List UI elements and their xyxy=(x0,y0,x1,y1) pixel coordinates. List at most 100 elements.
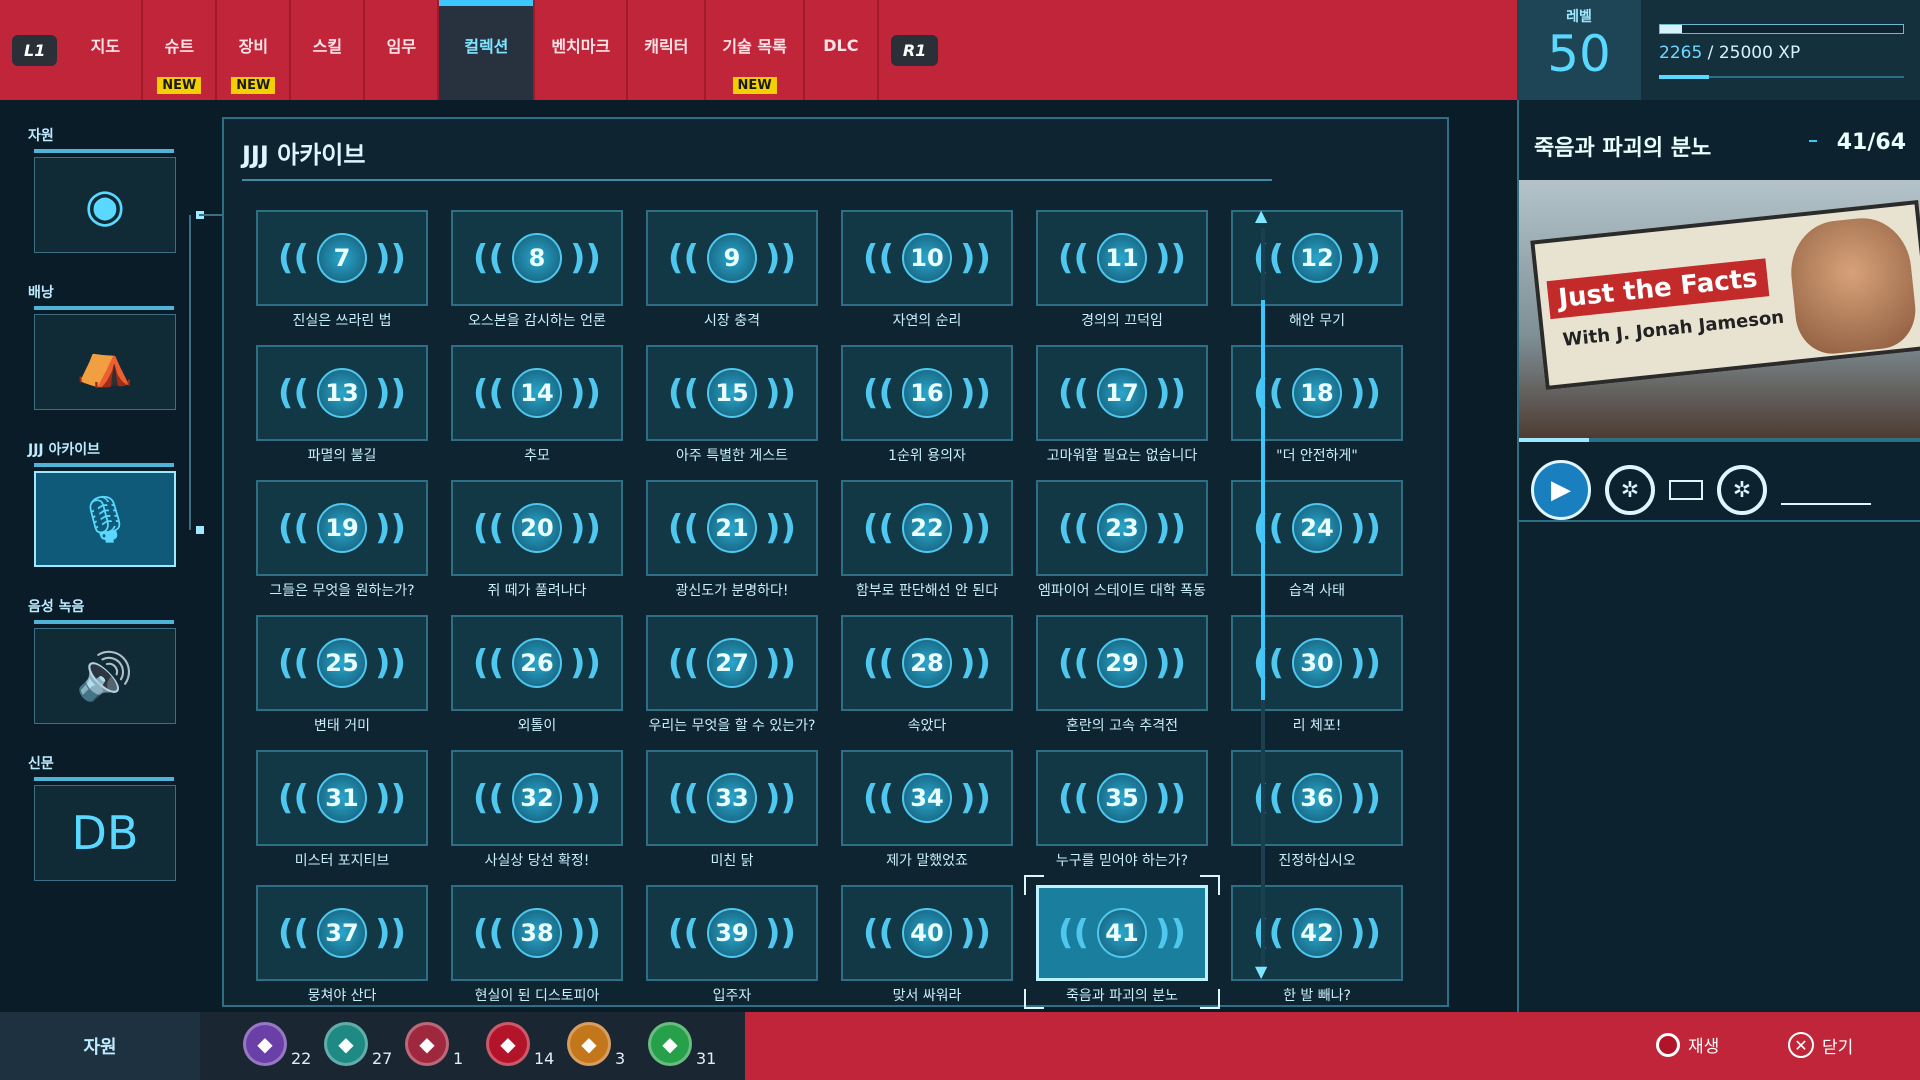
detail-separator xyxy=(1809,140,1817,142)
tab-4[interactable]: 임무 xyxy=(365,0,440,100)
sound-wave-icon: )) xyxy=(765,643,797,683)
archive-item[interactable]: ((26)) 외톨이 xyxy=(451,615,623,734)
category-tile[interactable]: 🔊 xyxy=(34,628,176,724)
scroll-up-icon[interactable]: ▲ xyxy=(1255,206,1267,225)
billboard-image: Just the Facts With J. Jonah Jameson xyxy=(1530,200,1920,390)
archive-item[interactable]: ((9)) 시장 충격 xyxy=(646,210,818,329)
archive-item[interactable]: ((31)) 미스터 포지티브 xyxy=(256,750,428,869)
archive-item[interactable]: ((15)) 아주 특별한 게스트 xyxy=(646,345,818,464)
archive-item[interactable]: ((40)) 맞서 싸워라 xyxy=(841,885,1013,1004)
connector-line xyxy=(199,214,223,216)
panel-title: JJJ 아카이브 xyxy=(242,141,366,169)
archive-item[interactable]: ((17)) 고마워할 필요는 없습니다 xyxy=(1036,345,1208,464)
archive-item[interactable]: ((21)) 광신도가 분명하다! xyxy=(646,480,818,599)
episode-number: 16 xyxy=(902,368,952,418)
tape-reel-icon: ✲ xyxy=(1717,465,1767,515)
resource-token: ◆ 3 xyxy=(567,1022,625,1068)
detail-panel: 죽음과 파괴의 분노 41/64 Just the Facts With J. … xyxy=(1517,100,1920,1012)
archive-item[interactable]: ((32)) 사실상 당선 확정! xyxy=(451,750,623,869)
tab-1[interactable]: 슈트 NEW xyxy=(143,0,218,100)
close-button[interactable]: ✕ 닫기 xyxy=(1788,1032,1853,1058)
archive-item[interactable]: ((27)) 우리는 무엇을 할 수 있는가? xyxy=(646,615,818,734)
archive-item[interactable]: ((12)) 해안 무기 xyxy=(1231,210,1403,329)
sound-wave-icon: (( xyxy=(1252,238,1284,278)
archive-item[interactable]: ((30)) 리 체포! xyxy=(1231,615,1403,734)
archive-item[interactable]: ((33)) 미친 닭 xyxy=(646,750,818,869)
archive-item[interactable]: ((38)) 현실이 된 디스토피아 xyxy=(451,885,623,1004)
resource-count: 14 xyxy=(534,1049,555,1068)
tab-label: 기술 목록 xyxy=(722,37,787,56)
cross-button-icon: ✕ xyxy=(1788,1032,1814,1058)
archive-item[interactable]: ((36)) 진정하십시오 xyxy=(1231,750,1403,869)
archive-item[interactable]: ((24)) 습격 사태 xyxy=(1231,480,1403,599)
archive-item-label: 미친 닭 xyxy=(710,853,754,869)
play-button[interactable]: 재생 xyxy=(1656,1032,1719,1057)
daily-bugle-icon: DB xyxy=(71,806,139,860)
archive-item[interactable]: ((39)) 입주자 xyxy=(646,885,818,1004)
scrollbar-thumb[interactable] xyxy=(1261,300,1265,700)
archive-item[interactable]: ((20)) 쥐 떼가 풀려나다 xyxy=(451,480,623,599)
tab-5[interactable]: 컬렉션 xyxy=(439,0,536,100)
tab-8[interactable]: 기술 목록 NEW xyxy=(706,0,805,100)
sound-wave-icon: (( xyxy=(667,373,699,413)
archive-item[interactable]: ((14)) 추모 xyxy=(451,345,623,464)
archive-item[interactable]: ((35)) 누구를 믿어야 하는가? xyxy=(1036,750,1208,869)
tape-icon xyxy=(1669,480,1703,500)
archive-item-label: 한 발 빼나? xyxy=(1283,988,1351,1004)
archive-item[interactable]: ((18)) "더 안전하게" xyxy=(1231,345,1403,464)
sidebar-item-4[interactable]: 신문 DB xyxy=(28,753,188,910)
episode-number: 30 xyxy=(1292,638,1342,688)
sound-wave-icon: (( xyxy=(277,508,309,548)
archive-item[interactable]: ((28)) 속았다 xyxy=(841,615,1013,734)
archive-item-tile: ((32)) xyxy=(451,750,623,846)
archive-item[interactable]: ((10)) 자연의 순리 xyxy=(841,210,1013,329)
sound-wave-icon: )) xyxy=(960,508,992,548)
r1-button[interactable]: R1 xyxy=(890,34,939,66)
episode-number: 17 xyxy=(1097,368,1147,418)
sidebar-item-2[interactable]: JJJ 아카이브 🎙 xyxy=(28,439,188,596)
archive-item-tile: ((7)) xyxy=(256,210,428,306)
scroll-down-icon[interactable]: ▼ xyxy=(1255,962,1267,981)
archive-item[interactable]: ((29)) 혼란의 고속 추격전 xyxy=(1036,615,1208,734)
archive-item-tile: ((33)) xyxy=(646,750,818,846)
archive-item[interactable]: ((8)) 오스본을 감시하는 언론 xyxy=(451,210,623,329)
sound-wave-icon: (( xyxy=(1057,778,1089,818)
play-icon[interactable]: ▶ xyxy=(1531,460,1591,520)
sidebar-item-0[interactable]: 자원 ◉ xyxy=(28,125,188,282)
archive-item[interactable]: ((13)) 파멸의 불길 xyxy=(256,345,428,464)
archive-item[interactable]: ((34)) 제가 말했었죠 xyxy=(841,750,1013,869)
archive-item[interactable]: ((23)) 엠파이어 스테이트 대학 폭동 xyxy=(1036,480,1208,599)
microphone-icon: 🎙 xyxy=(75,491,135,546)
archive-item[interactable]: ((22)) 함부로 판단해선 안 된다 xyxy=(841,480,1013,599)
archive-item[interactable]: ((16)) 1순위 용의자 xyxy=(841,345,1013,464)
category-tile[interactable]: ⛺ xyxy=(34,314,176,410)
archive-item-tile: ((39)) xyxy=(646,885,818,981)
sound-wave-icon: (( xyxy=(1057,643,1089,683)
tab-9[interactable]: DLC xyxy=(805,0,879,100)
archive-item-label: 미스터 포지티브 xyxy=(294,853,390,869)
tab-2[interactable]: 장비 NEW xyxy=(217,0,292,100)
episode-number: 31 xyxy=(317,773,367,823)
archive-item[interactable]: ((7)) 진실은 쓰라린 법 xyxy=(256,210,428,329)
archive-item[interactable]: ((37)) 뭉쳐야 산다 xyxy=(256,885,428,1004)
archive-item[interactable]: ((25)) 변태 거미 xyxy=(256,615,428,734)
l1-button[interactable]: L1 xyxy=(12,34,58,66)
tab-6[interactable]: 벤치마크 xyxy=(535,0,629,100)
category-tile[interactable]: ◉ xyxy=(34,157,176,253)
tab-3[interactable]: 스킬 xyxy=(291,0,366,100)
category-tile[interactable]: DB xyxy=(34,785,176,881)
sidebar-item-3[interactable]: 음성 녹음 🔊 xyxy=(28,596,188,753)
archive-item-label: "더 안전하게" xyxy=(1276,448,1358,464)
archive-item-label: 파멸의 불길 xyxy=(307,448,377,464)
archive-item[interactable]: ((41)) 죽음과 파괴의 분노 xyxy=(1024,875,1220,1009)
archive-item-label: 외톨이 xyxy=(517,718,557,734)
archive-item[interactable]: ((19)) 그들은 무엇을 원하는가? xyxy=(256,480,428,599)
sidebar-item-1[interactable]: 배낭 ⛺ xyxy=(28,282,188,439)
tab-7[interactable]: 캐릭터 xyxy=(628,0,707,100)
archive-item-tile: ((24)) xyxy=(1231,480,1403,576)
tab-0[interactable]: 지도 xyxy=(69,0,144,100)
episode-number: 39 xyxy=(707,908,757,958)
sound-wave-icon: (( xyxy=(472,778,504,818)
category-tile[interactable]: 🎙 xyxy=(34,471,176,567)
archive-item[interactable]: ((11)) 경의의 끄덕임 xyxy=(1036,210,1208,329)
